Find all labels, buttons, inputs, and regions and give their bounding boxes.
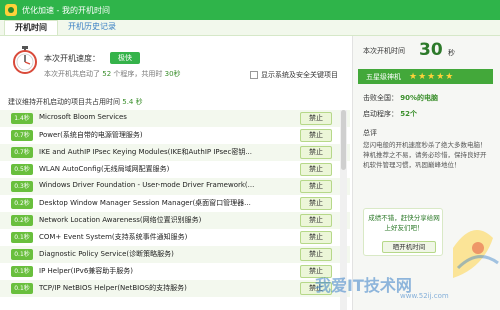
- time-badge: 0.2秒: [11, 198, 33, 209]
- ban-button[interactable]: 禁止: [300, 163, 332, 176]
- item-name: Windows Driver Foundation - User-mode Dr…: [39, 181, 255, 189]
- time-badge: 0.7秒: [11, 130, 33, 141]
- rating-label: 五星级神机: [366, 72, 401, 81]
- beat-stat: 击败全国： 90%的电脑: [363, 93, 438, 103]
- ban-button[interactable]: 禁止: [300, 146, 332, 159]
- time-badge: 0.7秒: [11, 147, 33, 158]
- show-system-checkbox[interactable]: [250, 71, 258, 79]
- item-name: Network Location Awareness(网络位置识别服务): [39, 216, 202, 224]
- tab-boot-time[interactable]: 开机时间: [4, 20, 58, 35]
- item-name: Power(系统自带的电源管理服务): [39, 131, 143, 139]
- scrollbar-thumb[interactable]: [341, 110, 346, 170]
- show-system-option[interactable]: 显示系统及安全关键项目: [250, 70, 338, 80]
- list-item: 0.1秒 Diagnostic Policy Service(诊断策略服务) 禁…: [0, 246, 350, 263]
- detail-prefix: 本次开机共启动了: [44, 70, 100, 78]
- speed-panel: 本次开机速度： 极快 本次开机共启动了 52 个程序，共用时 30秒 显示系统及…: [0, 36, 350, 91]
- list-item: 0.1秒 TCP/IP NetBIOS Helper(NetBIOS的支持服务)…: [0, 280, 350, 297]
- boot-time-value: 30秒: [164, 70, 181, 78]
- time-badge: 0.1秒: [11, 249, 33, 260]
- list-item: 0.1秒 IP Helper(IPv6兼容助手服务) 禁止: [0, 263, 350, 280]
- summary-panel: 本次开机时间 30 秒 五星级神机 ★★★★★ 击败全国： 90%的电脑 启动程…: [352, 36, 500, 310]
- program-count: 52: [102, 70, 112, 78]
- item-name: TCP/IP NetBIOS Helper(NetBIOS的支持服务): [39, 284, 187, 292]
- boot-time-number: 30: [419, 40, 443, 60]
- ban-button[interactable]: 禁止: [300, 231, 332, 244]
- item-name: COM+ Event System(支持系统事件通知服务): [39, 233, 188, 241]
- time-badge: 1.4秒: [11, 113, 33, 124]
- star-rating-icon: ★★★★★: [409, 71, 455, 82]
- beat-label: 击败全国：: [363, 94, 398, 102]
- title-bar: 优化加速 - 我的开机时间: [0, 0, 500, 20]
- share-boot-time-button[interactable]: 晒开机时间: [382, 241, 436, 253]
- watermark-text: 我爱IT技术网: [315, 276, 412, 295]
- time-badge: 0.2秒: [11, 215, 33, 226]
- detail-mid: 个程序，共用时: [113, 70, 163, 78]
- list-header-text: 建议维持开机启动的项目共占用时间: [8, 98, 120, 106]
- boot-time-label: 本次开机时间: [363, 47, 405, 55]
- list-header: 建议维持开机启动的项目共占用时间 5.4 秒: [8, 97, 143, 107]
- watermark-url: www.52ij.com: [400, 292, 449, 300]
- startup-label: 启动程序：: [363, 110, 398, 118]
- speed-detail: 本次开机共启动了 52 个程序，共用时 30秒: [44, 69, 181, 79]
- item-name: Desktop Window Manager Session Manager(桌…: [39, 199, 251, 207]
- ban-button[interactable]: 禁止: [300, 129, 332, 142]
- item-name: IKE and AuthIP IPsec Keying Modules(IKE和…: [39, 148, 253, 156]
- startup-stat: 启动程序： 52个: [363, 109, 417, 119]
- share-box: 成绩不错，赶快分享给网上好友们吧！ 晒开机时间: [363, 208, 443, 256]
- ban-button[interactable]: 禁止: [300, 214, 332, 227]
- list-header-value: 5.4 秒: [122, 98, 143, 106]
- list-item: 0.7秒 IKE and AuthIP IPsec Keying Modules…: [0, 144, 350, 161]
- list-item: 0.3秒 Windows Driver Foundation - User-mo…: [0, 178, 350, 195]
- list-item: 1.4秒 Microsoft Bloom Services 禁止: [0, 110, 350, 127]
- speed-badge: 极快: [110, 52, 140, 64]
- beat-value: 90%的电脑: [400, 94, 438, 102]
- speed-label: 本次开机速度：: [44, 54, 100, 63]
- tab-bar: 开机时间 开机历史记录: [0, 20, 500, 36]
- time-badge: 0.1秒: [11, 283, 33, 294]
- summary-title: 总评: [363, 129, 377, 137]
- app-logo-icon: [5, 4, 17, 16]
- stopwatch-icon: [13, 46, 37, 74]
- list-item: 0.1秒 COM+ Event System(支持系统事件通知服务) 禁止: [0, 229, 350, 246]
- list-item: 0.7秒 Power(系统自带的电源管理服务) 禁止: [0, 127, 350, 144]
- ban-button[interactable]: 禁止: [300, 112, 332, 125]
- item-name: IP Helper(IPv6兼容助手服务): [39, 267, 133, 275]
- time-badge: 0.3秒: [11, 181, 33, 192]
- rating-bar: 五星级神机 ★★★★★: [358, 69, 493, 84]
- list-item: 0.2秒 Desktop Window Manager Session Mana…: [0, 195, 350, 212]
- list-item: 0.5秒 WLAN AutoConfig(无线局域网配置服务) 禁止: [0, 161, 350, 178]
- item-name: Diagnostic Policy Service(诊断策略服务): [39, 250, 174, 258]
- item-name: Microsoft Bloom Services: [39, 113, 127, 121]
- ban-button[interactable]: 禁止: [300, 197, 332, 210]
- tab-boot-history[interactable]: 开机历史记录: [58, 20, 126, 35]
- time-badge: 0.5秒: [11, 164, 33, 175]
- startup-value: 52个: [400, 110, 417, 118]
- time-badge: 0.1秒: [11, 266, 33, 277]
- ban-button[interactable]: 禁止: [300, 180, 332, 193]
- startup-list: 1.4秒 Microsoft Bloom Services 禁止 0.7秒 Po…: [0, 110, 350, 297]
- time-badge: 0.1秒: [11, 232, 33, 243]
- window-title: 优化加速 - 我的开机时间: [22, 5, 110, 15]
- show-system-label: 显示系统及安全关键项目: [261, 71, 338, 79]
- item-name: WLAN AutoConfig(无线局域网配置服务): [39, 165, 170, 173]
- ban-button[interactable]: 禁止: [300, 248, 332, 261]
- share-text: 成绩不错，赶快分享给网上好友们吧！: [368, 214, 440, 232]
- boot-time-unit: 秒: [448, 49, 455, 57]
- list-item: 0.2秒 Network Location Awareness(网络位置识别服务…: [0, 212, 350, 229]
- summary-text: 您闪电般的开机速度秒杀了绝大多数电脑！神机推荐之不易，请务必珍惜，保持良好开机软…: [363, 141, 487, 169]
